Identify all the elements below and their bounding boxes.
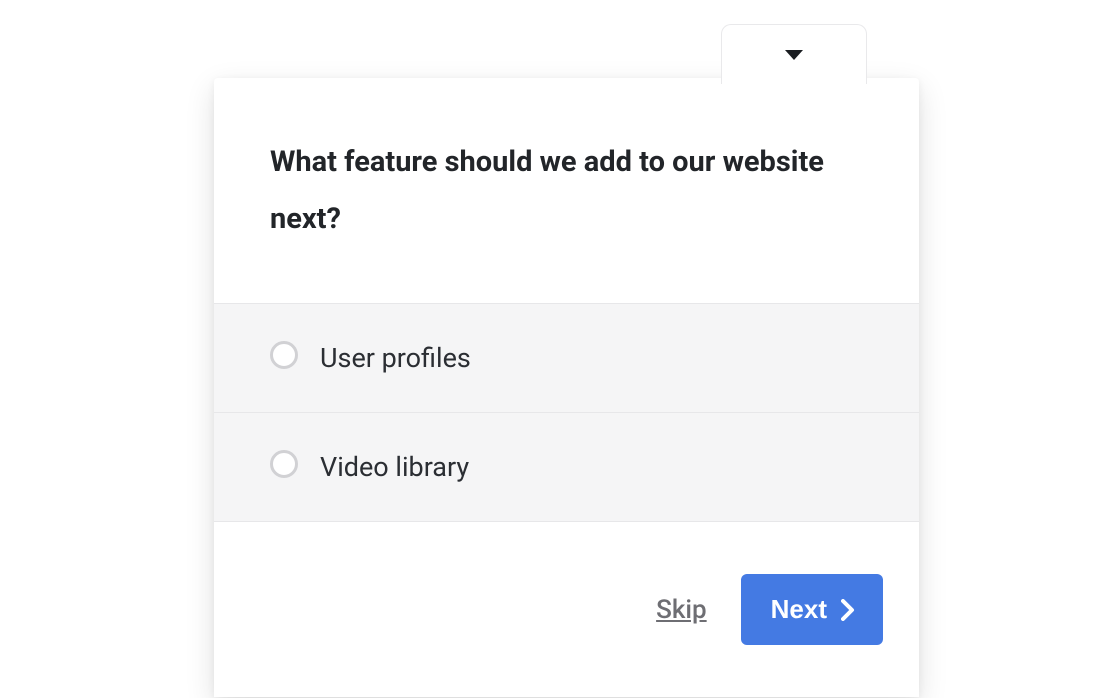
- survey-card: What feature should we add to our websit…: [214, 78, 919, 697]
- skip-link[interactable]: Skip: [656, 595, 707, 625]
- option-label: User profiles: [320, 342, 471, 374]
- footer-actions: Skip Next: [214, 522, 919, 697]
- question-block: What feature should we add to our websit…: [214, 78, 919, 303]
- radio-icon: [270, 341, 298, 369]
- option-user-profiles[interactable]: User profiles: [214, 304, 919, 413]
- radio-icon: [270, 450, 298, 478]
- option-video-library[interactable]: Video library: [214, 413, 919, 522]
- collapse-tab[interactable]: [721, 24, 867, 84]
- caret-down-icon: [785, 50, 803, 60]
- next-button-label: Next: [771, 594, 827, 625]
- options-list: User profiles Video library: [214, 303, 919, 522]
- option-label: Video library: [320, 451, 469, 483]
- next-button[interactable]: Next: [741, 574, 883, 645]
- chevron-right-icon: [841, 599, 855, 621]
- question-text: What feature should we add to our websit…: [270, 134, 863, 247]
